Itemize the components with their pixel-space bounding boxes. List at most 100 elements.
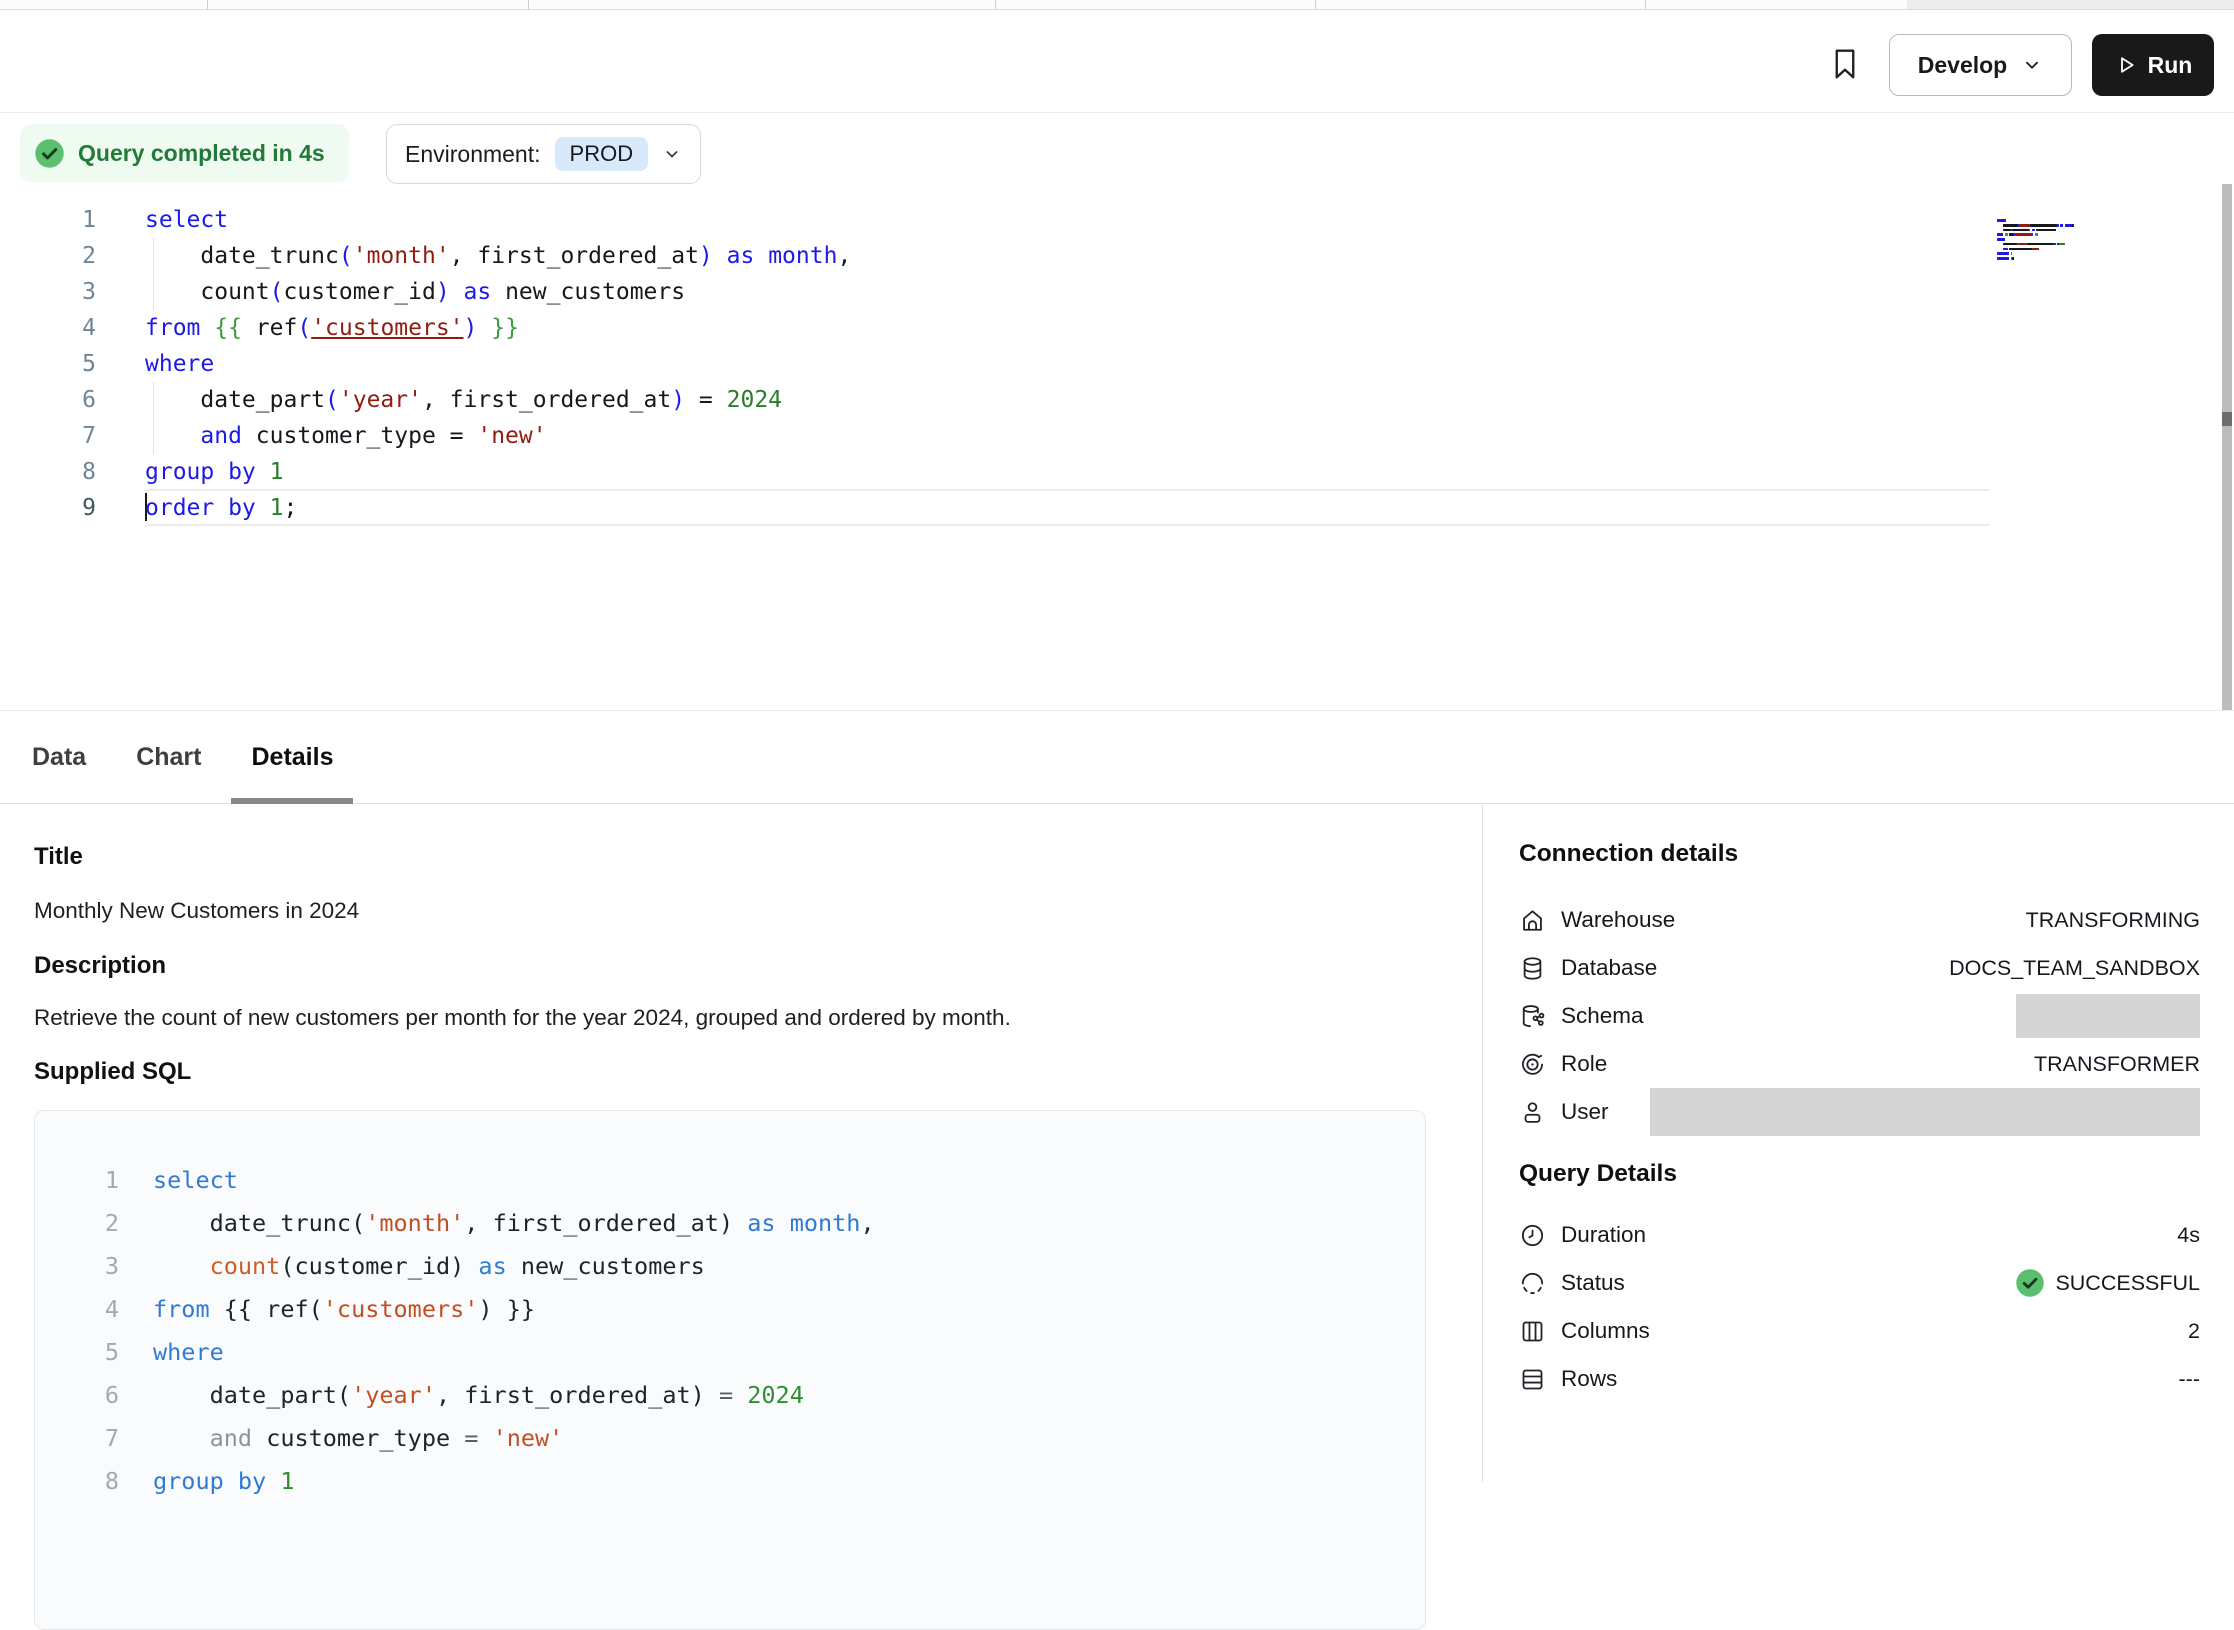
code-token: new_customers: [507, 1252, 705, 1280]
tab-chart[interactable]: Chart: [136, 710, 201, 804]
editor-scrollbar[interactable]: [2222, 184, 2232, 718]
code-token: group by: [145, 459, 256, 485]
line-number: 7: [0, 418, 96, 454]
code-line-2: 2 date_trunc('month', first_ordered_at) …: [63, 1202, 1405, 1245]
connection-row-warehouse: WarehouseTRANSFORMING: [1519, 896, 2200, 944]
rows-icon: [1519, 1366, 1546, 1393]
query-details-heading: Query Details: [1519, 1160, 1677, 1188]
connection-redacted-value-schema: [2016, 994, 2200, 1038]
code-token: [200, 315, 214, 341]
bookmark-icon: [1826, 45, 1870, 83]
connection-panel: Connection details WarehouseTRANSFORMING…: [1482, 805, 2234, 1482]
code-token: 2024: [727, 387, 782, 413]
line-number: 5: [0, 346, 96, 382]
code-token: ;: [284, 495, 298, 521]
code-text: order by 1;: [145, 490, 297, 526]
code-token: as: [464, 279, 492, 305]
code-line-4: 4from {{ ref('customers') }}: [63, 1288, 1405, 1331]
connection-label-user: User: [1561, 1099, 1609, 1125]
supplied-sql-block: 1select2 date_trunc('month', first_order…: [34, 1110, 1426, 1630]
code-token: 'year': [339, 387, 422, 413]
scrollbar-thumb[interactable]: [2222, 412, 2232, 426]
code-text: date_part('year', first_ordered_at) = 20…: [153, 1374, 804, 1417]
database-icon: [1519, 955, 1546, 982]
code-line-3: 3 count(customer_id) as new_customers: [63, 1245, 1405, 1288]
code-text: from {{ ref('customers') }}: [145, 310, 519, 346]
connection-row-schema: Schema: [1519, 992, 2200, 1040]
chevron-down-icon: [2021, 54, 2043, 76]
code-line-7: 7 and customer_type = 'new': [63, 1417, 1405, 1460]
code-text: group by 1: [145, 454, 284, 490]
code-token: ): [699, 243, 713, 269]
environment-label: Environment:: [405, 141, 541, 168]
code-token: where: [153, 1338, 224, 1366]
code-token: [266, 1467, 280, 1495]
query-rows: Duration4sStatusSUCCESSFULColumns2Rows--…: [1519, 1211, 2200, 1403]
code-token: [713, 243, 727, 269]
line-number: 3: [0, 274, 96, 310]
code-token: , first_ordered_at): [436, 1381, 719, 1409]
code-text: from {{ ref('customers') }}: [153, 1288, 535, 1331]
code-token: order by: [145, 495, 256, 521]
code-text: count(customer_id) as new_customers: [153, 1245, 705, 1288]
code-token: [477, 315, 491, 341]
code-token: ) }}: [478, 1295, 535, 1323]
code-line-7: 7 and customer_type = 'new': [0, 418, 1994, 454]
environment-selector[interactable]: Environment: PROD: [386, 124, 701, 184]
code-token: (: [297, 315, 311, 341]
columns-icon: [1519, 1318, 1546, 1345]
tab-data[interactable]: Data: [32, 710, 86, 804]
code-token: date_trunc(: [153, 1209, 365, 1237]
code-token: new_customers: [491, 279, 685, 305]
bookmark-button[interactable]: [1826, 42, 1870, 86]
connection-details-heading: Connection details: [1519, 840, 1738, 868]
code-token: ,: [860, 1209, 874, 1237]
code-token: date_part: [145, 387, 325, 413]
code-text: count(customer_id) as new_customers: [145, 274, 685, 310]
code-token: =: [464, 1424, 478, 1452]
connection-row-user: User: [1519, 1088, 2200, 1136]
code-text: date_trunc('month', first_ordered_at) as…: [145, 238, 851, 274]
sql-editor[interactable]: 1select2 date_trunc('month', first_order…: [0, 202, 2234, 712]
tab-details[interactable]: Details: [251, 710, 333, 804]
code-token: count: [145, 279, 270, 305]
browser-tabstrip: [0, 0, 2234, 10]
connection-value-warehouse: TRANSFORMING: [2026, 908, 2200, 933]
supplied-sql-heading: Supplied SQL: [34, 1058, 191, 1086]
query-label-status: Status: [1561, 1270, 1625, 1296]
result-tabs: Data Chart Details: [0, 710, 2234, 804]
editor-code[interactable]: 1select2 date_trunc('month', first_order…: [0, 202, 1994, 712]
code-text: where: [145, 346, 214, 382]
code-token: date_trunc: [145, 243, 339, 269]
query-value-duration: 4s: [2177, 1223, 2200, 1248]
query-status-text: Query completed in 4s: [78, 140, 325, 167]
code-line-5: 5 where: [0, 346, 1994, 382]
minimap[interactable]: [1997, 204, 2105, 246]
toolbar: Develop Run: [0, 10, 2234, 113]
code-token: customer_type =: [242, 423, 477, 449]
code-token: and: [210, 1424, 252, 1452]
code-token: month: [768, 243, 837, 269]
connection-label-database: Database: [1561, 955, 1657, 981]
run-button[interactable]: Run: [2092, 34, 2214, 96]
minimap-line: [1997, 227, 2105, 230]
code-line-5: 5where: [63, 1331, 1405, 1374]
develop-menu-button[interactable]: Develop: [1889, 34, 2072, 96]
code-token: (: [325, 387, 339, 413]
description-value: Retrieve the count of new customers per …: [34, 1005, 1011, 1031]
code-token: 'new': [493, 1424, 564, 1452]
code-token: 'customers': [323, 1295, 479, 1323]
code-token: ,: [837, 243, 851, 269]
connection-row-role: RoleTRANSFORMER: [1519, 1040, 2200, 1088]
code-token: 1: [280, 1467, 294, 1495]
code-token: , first_ordered_at: [422, 387, 671, 413]
user-icon: [1519, 1099, 1546, 1126]
line-number: 6: [0, 382, 96, 418]
code-token: [256, 459, 270, 485]
line-number: 9: [0, 490, 96, 526]
code-text: select: [145, 202, 228, 238]
query-value-status: SUCCESSFUL: [2015, 1268, 2200, 1298]
code-token: {{: [214, 315, 242, 341]
code-line-8: 8group by 1: [0, 454, 1994, 490]
minimap-line: [1997, 204, 2105, 207]
